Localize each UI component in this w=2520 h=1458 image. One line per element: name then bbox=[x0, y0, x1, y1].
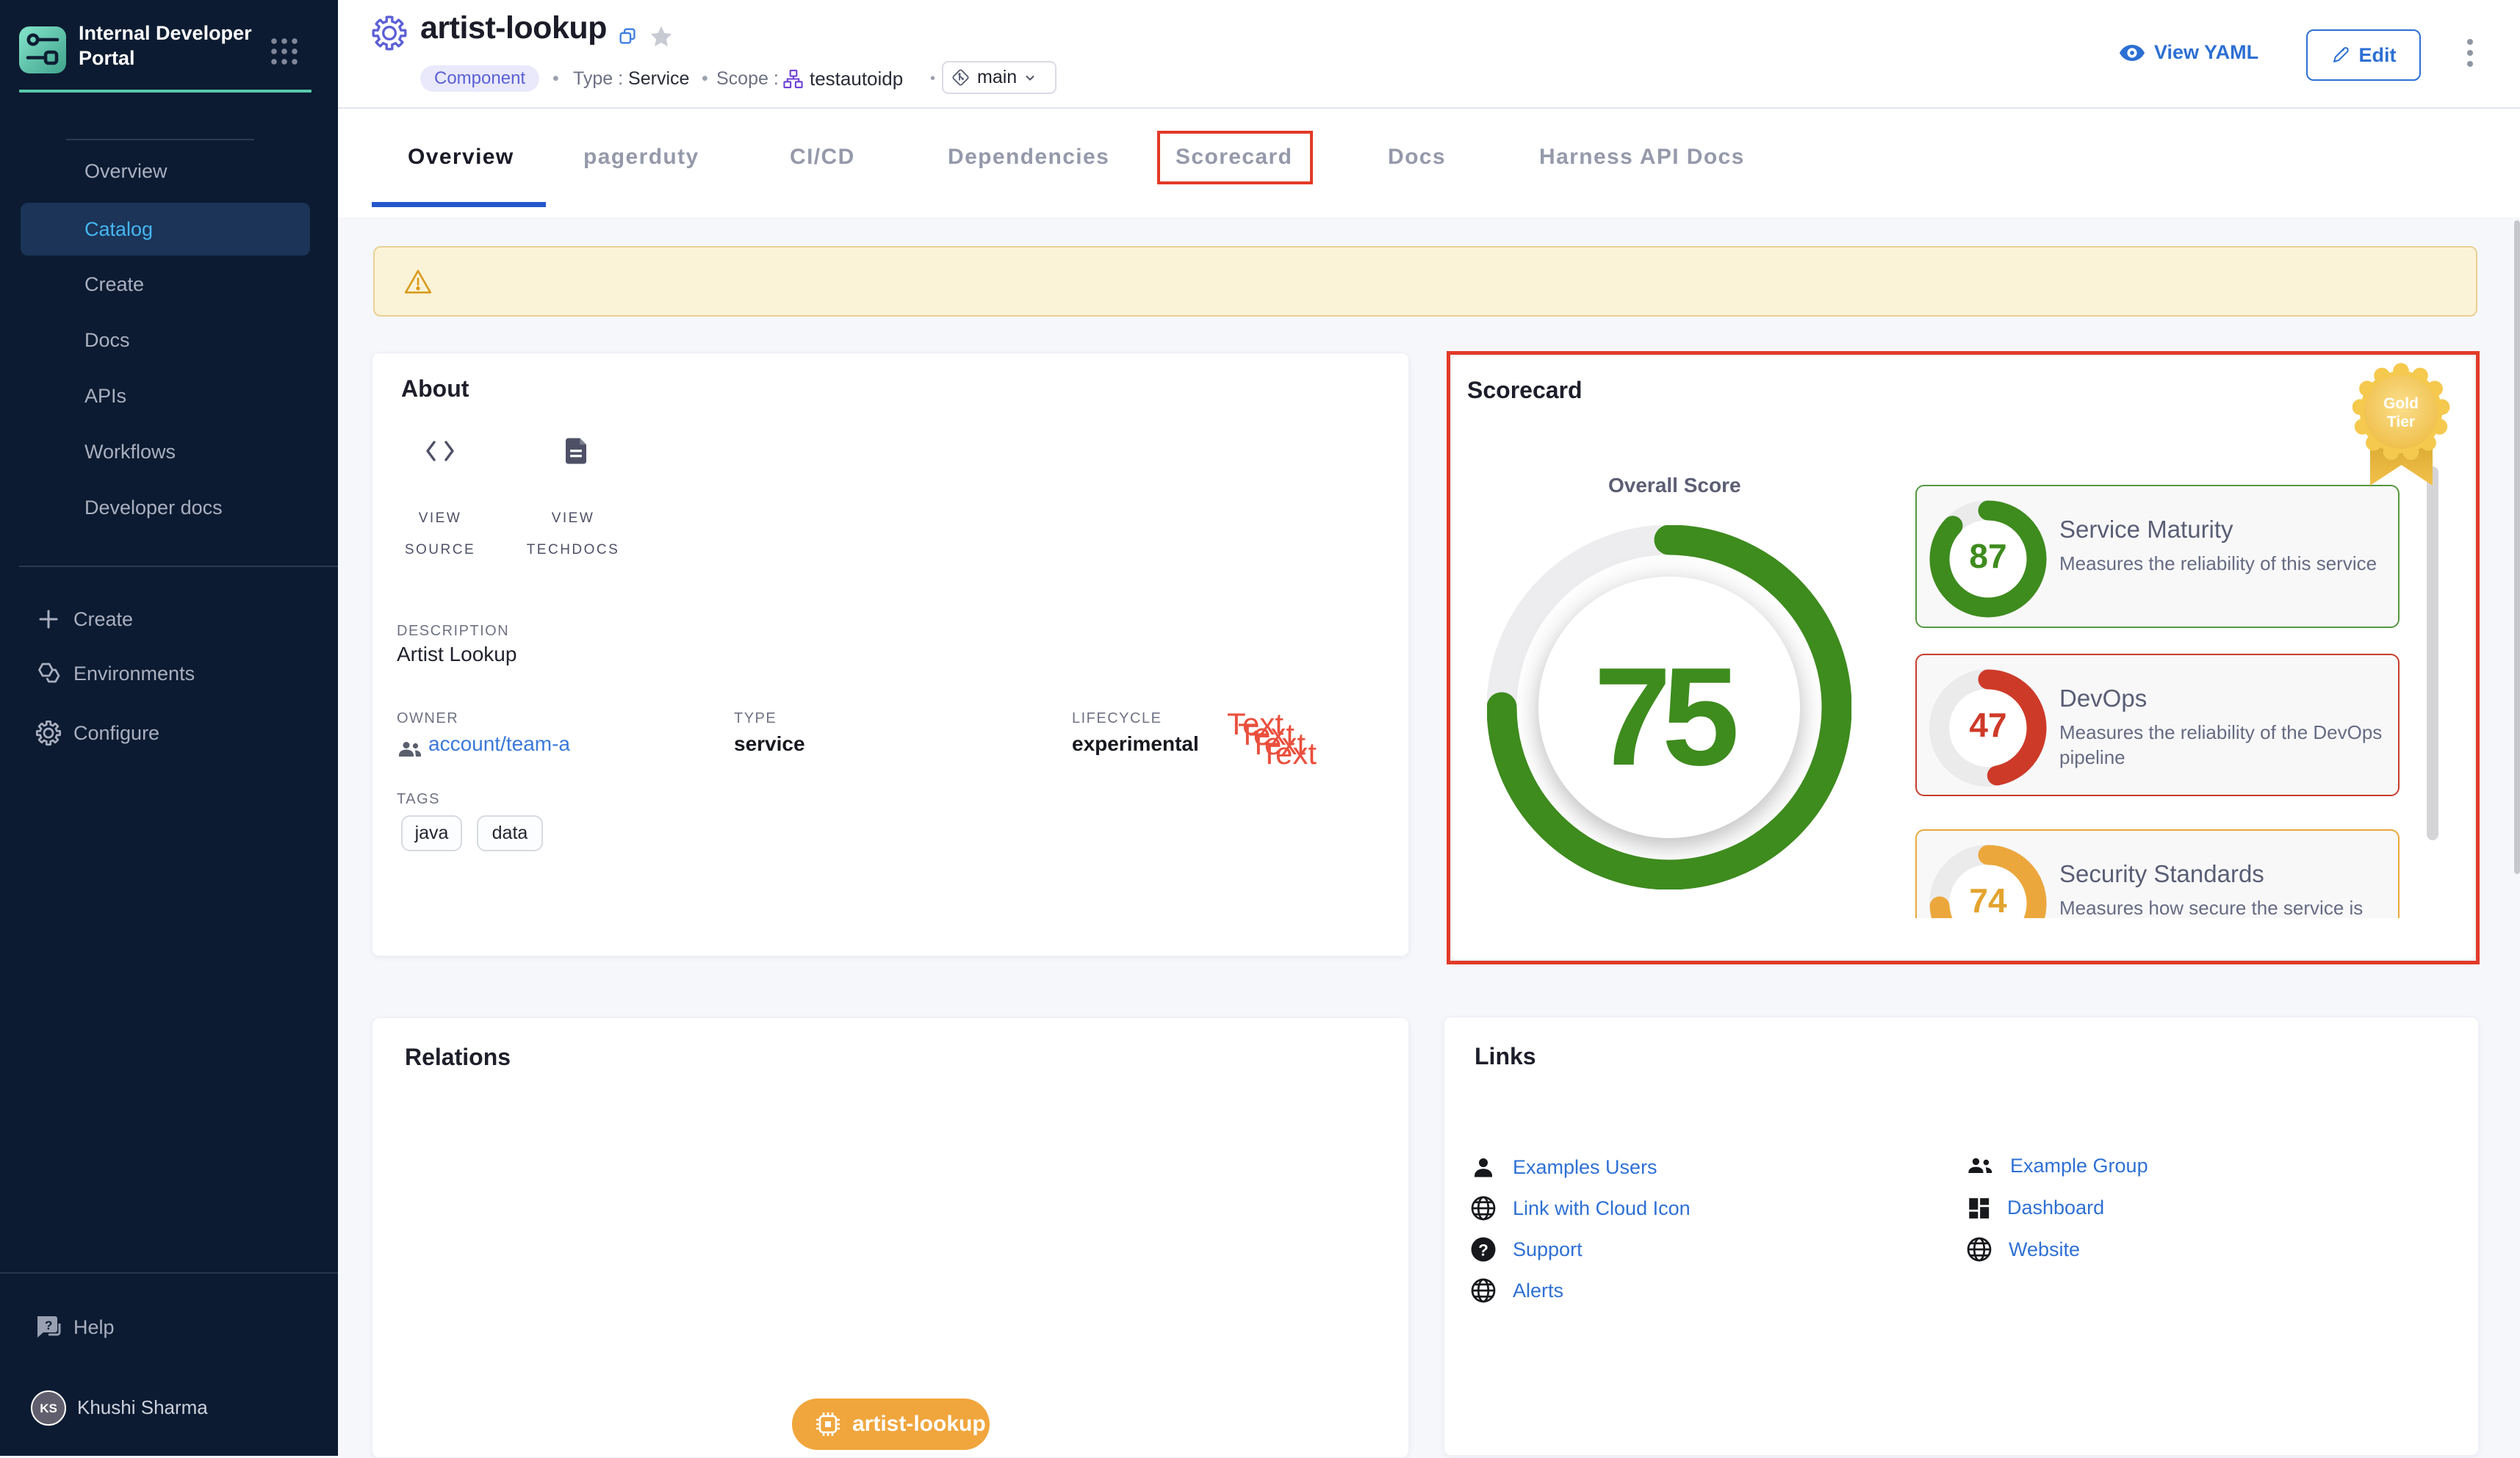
svg-text:Tier: Tier bbox=[2387, 414, 2415, 430]
svg-text:?: ? bbox=[1478, 1241, 1488, 1259]
svg-text:Gold: Gold bbox=[2383, 395, 2419, 412]
svg-text:?: ? bbox=[45, 1318, 52, 1332]
